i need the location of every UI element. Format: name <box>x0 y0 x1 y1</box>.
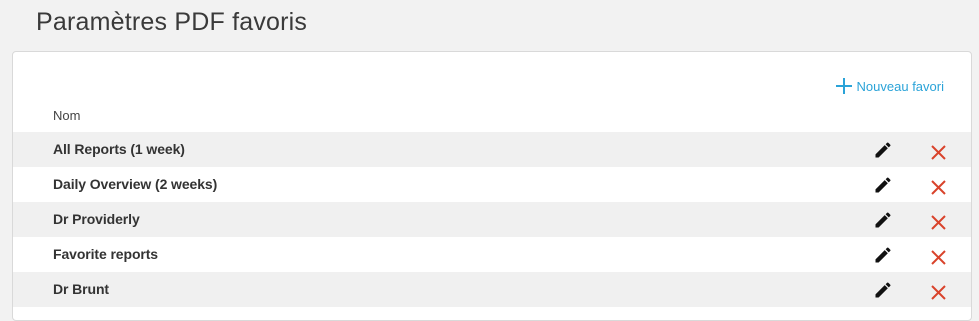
table-row: All Reports (1 week) <box>13 132 971 167</box>
table-row: Favorite reports <box>13 237 971 272</box>
close-icon[interactable] <box>931 145 946 160</box>
close-icon[interactable] <box>931 250 946 265</box>
row-name: All Reports (1 week) <box>53 141 185 157</box>
pencil-icon[interactable] <box>873 280 893 300</box>
table-row: Dr Providerly <box>13 202 971 237</box>
plus-icon <box>835 78 852 94</box>
row-name: Favorite reports <box>53 246 158 262</box>
table-row: Daily Overview (2 weeks) <box>13 167 971 202</box>
new-favorite-label: Nouveau favori <box>856 78 944 94</box>
close-icon[interactable] <box>931 215 946 230</box>
favorites-panel: Nouveau favori Nom All Reports (1 week) … <box>12 51 972 321</box>
close-icon[interactable] <box>931 285 946 300</box>
pencil-icon[interactable] <box>873 175 893 195</box>
column-header-name: Nom <box>53 108 81 123</box>
row-name: Dr Providerly <box>53 211 140 227</box>
row-name: Dr Brunt <box>53 281 109 297</box>
table-row: Dr Brunt <box>13 272 971 307</box>
pencil-icon[interactable] <box>873 140 893 160</box>
pencil-icon[interactable] <box>873 245 893 265</box>
close-icon[interactable] <box>931 180 946 195</box>
new-favorite-button[interactable]: Nouveau favori <box>835 78 944 94</box>
row-name: Daily Overview (2 weeks) <box>53 176 218 192</box>
favorites-list: All Reports (1 week) Daily Overview (2 w… <box>13 132 971 307</box>
pencil-icon[interactable] <box>873 210 893 230</box>
page-title: Paramètres PDF favoris <box>36 8 308 36</box>
